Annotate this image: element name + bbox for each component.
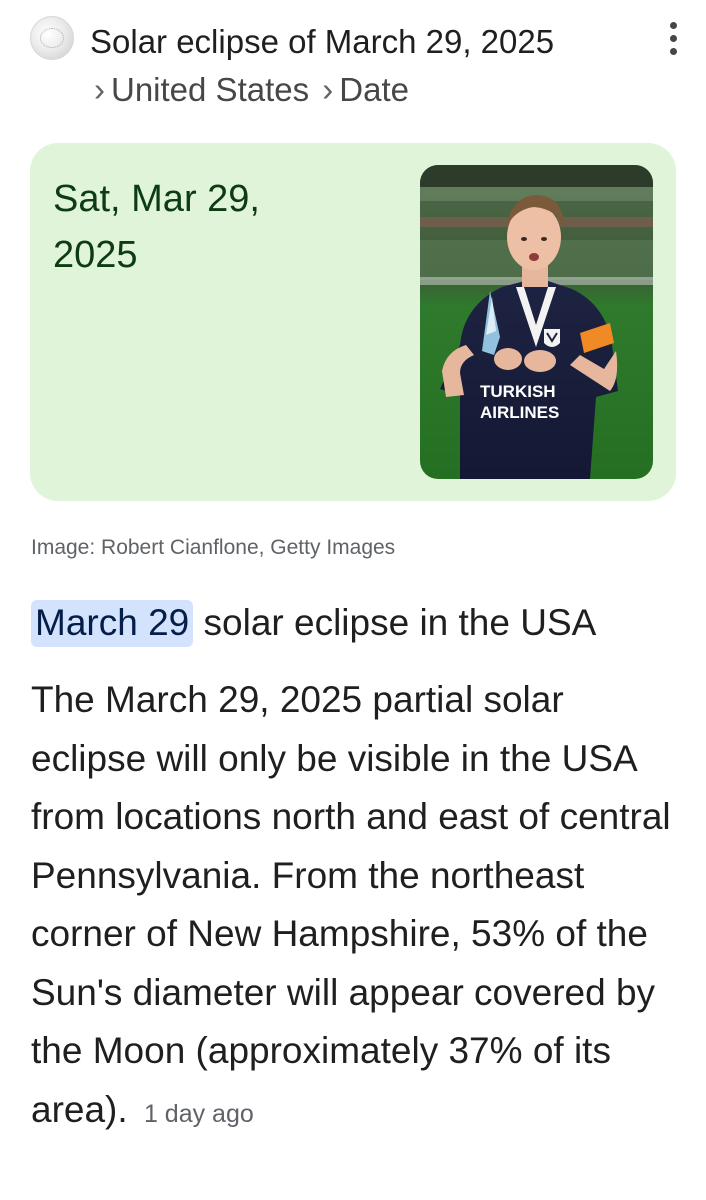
- heading-highlight: March 29: [31, 600, 194, 647]
- breadcrumb-item[interactable]: United States: [111, 71, 309, 108]
- more-dot: [669, 47, 677, 55]
- answer-date: Sat, Mar 29, 2025: [53, 178, 260, 276]
- breadcrumb-separator: ›: [322, 71, 334, 108]
- snippet-body: The March 29, 2025 partial solar eclipse…: [31, 671, 681, 1143]
- snippet-timestamp: 1 day ago: [143, 1099, 254, 1128]
- more-dot: [669, 21, 677, 29]
- more-dot: [669, 34, 677, 42]
- answer-card: Sat, Mar 29, 2025 TURKISH AIRLINES: [30, 143, 676, 501]
- jersey-sponsor-line1: TURKISH: [480, 382, 556, 401]
- source-title-text[interactable]: Solar eclipse of March 29, 2025: [90, 23, 554, 60]
- result-header: Solar eclipse of March 29, 2025 › United …: [0, 0, 706, 120]
- player-photo: TURKISH AIRLINES: [420, 165, 653, 479]
- source-title[interactable]: Solar eclipse of March 29, 2025 › United …: [90, 18, 630, 114]
- image-caption: Image: Robert Cianflone, Getty Images: [31, 536, 396, 559]
- snippet-body-text: The March 29, 2025 partial solar eclipse…: [31, 679, 671, 1130]
- snippet-heading: March 29 solar eclipse in the USA: [31, 595, 596, 651]
- breadcrumb-item[interactable]: Date: [339, 71, 409, 108]
- heading-text: solar eclipse in the USA: [203, 602, 597, 643]
- more-options-icon[interactable]: [655, 16, 691, 60]
- jersey-sponsor-line2: AIRLINES: [480, 403, 559, 422]
- answer-image[interactable]: TURKISH AIRLINES: [420, 165, 653, 479]
- breadcrumb-separator: ›: [94, 71, 105, 108]
- site-favicon-icon: [30, 16, 74, 60]
